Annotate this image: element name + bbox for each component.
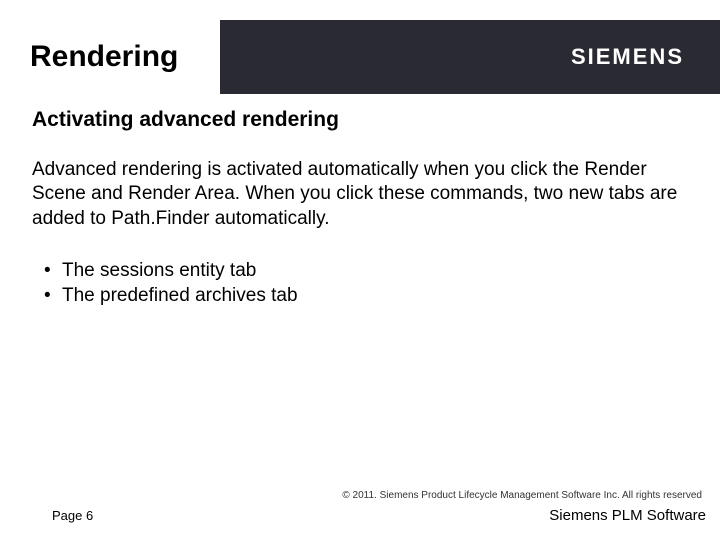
brand-logo: SIEMENS	[571, 44, 684, 70]
product-name: Siemens PLM Software	[549, 507, 706, 524]
content-area: Activating advanced rendering Advanced r…	[32, 108, 684, 308]
content-body: Advanced rendering is activated automati…	[32, 158, 684, 231]
page-number: Page 6	[32, 508, 93, 523]
title-block: Rendering	[0, 20, 220, 94]
content-subtitle: Activating advanced rendering	[32, 108, 684, 132]
copyright-text: © 2011. Siemens Product Lifecycle Manage…	[32, 490, 706, 501]
header-band: Rendering SIEMENS	[0, 20, 720, 94]
list-item: The sessions entity tab	[32, 259, 684, 284]
list-item: The predefined archives tab	[32, 284, 684, 309]
bullet-list: The sessions entity tab The predefined a…	[32, 259, 684, 308]
footer-row: Page 6 Siemens PLM Software	[32, 507, 706, 524]
footer: © 2011. Siemens Product Lifecycle Manage…	[32, 490, 706, 524]
slide: Rendering SIEMENS Activating advanced re…	[0, 0, 720, 540]
slide-title: Rendering	[30, 40, 178, 74]
